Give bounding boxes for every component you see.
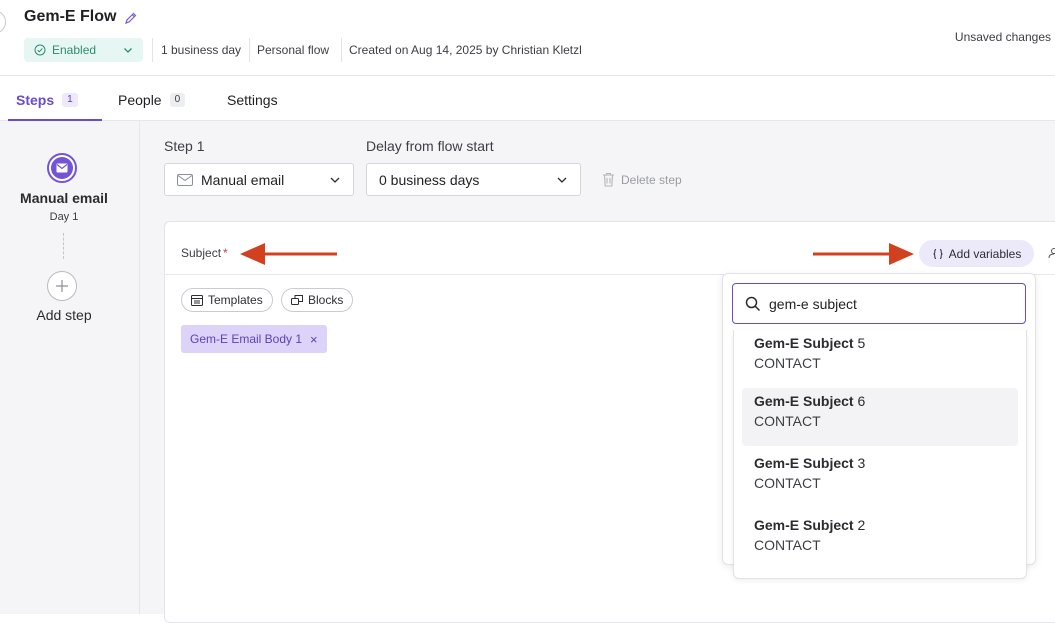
variable-type: CONTACT [754,413,1006,429]
flow-duration: 1 business day [161,43,241,57]
variables-results-list: Gem-E Subject 5 CONTACT Gem-E Subject 6 … [733,330,1027,579]
variables-search[interactable] [732,283,1026,324]
tab-count: 0 [170,93,186,107]
envelope-icon [177,174,193,186]
step-type-select[interactable]: Manual email [164,163,354,196]
step-label: Step 1 [164,138,204,154]
variable-option[interactable]: Gem-E Subject 2 CONTACT [742,512,1018,570]
plus-icon [55,279,69,293]
flow-type: Personal flow [257,43,329,57]
divider [152,38,153,62]
flow-created: Created on Aug 14, 2025 by Christian Kle… [349,43,582,57]
braces-icon [932,248,944,260]
unsaved-changes-indicator: Unsaved changes [955,30,1051,44]
variable-name: Gem-E Subject 5 [754,335,1006,351]
status-label: Enabled [52,43,96,57]
required-marker: * [223,246,228,260]
variable-type: CONTACT [754,355,1006,371]
add-step-label[interactable]: Add step [0,307,128,323]
chevron-down-icon [329,174,341,186]
annotation-arrow-right-icon [812,240,916,268]
divider [0,75,1055,76]
variable-option[interactable]: Gem-E Subject 6 CONTACT [742,388,1018,446]
blocks-icon [291,295,303,305]
step-node-label: Manual email [0,190,128,206]
step-node-day: Day 1 [0,211,128,223]
variable-option[interactable]: Gem-E Subject 3 CONTACT [742,450,1018,508]
search-icon [745,296,761,312]
flow-title: Gem-E Flow [24,8,116,26]
annotation-arrow-left-icon [238,240,340,268]
select-value: 0 business days [379,172,479,188]
add-step-button[interactable] [47,271,77,301]
step-connector [63,233,64,259]
trash-icon [602,172,615,187]
tab-count: 1 [62,93,78,107]
status-dropdown[interactable]: Enabled [24,38,143,62]
back-button[interactable] [0,10,6,34]
delay-label: Delay from flow start [366,138,494,154]
tab-label: People [118,92,162,108]
delete-step-button[interactable]: Delete step [602,172,682,187]
variable-name: Gem-E Subject 6 [754,393,1006,409]
subject-field[interactable]: Subject* [181,246,228,260]
search-input[interactable] [769,296,1009,312]
step-node-manual-email[interactable] [47,153,77,183]
tab-settings[interactable]: Settings [227,92,278,108]
blocks-button[interactable]: Blocks [281,288,353,312]
tab-label: Settings [227,92,278,108]
variable-type: CONTACT [754,475,1006,491]
variable-name: Gem-E Subject 2 [754,517,1006,533]
add-variables-label: Add variables [949,247,1022,261]
check-circle-icon [34,44,46,56]
remove-chip-button[interactable]: × [310,332,318,347]
divider [341,38,342,62]
delete-step-label: Delete step [621,173,682,187]
chevron-down-icon [123,45,133,55]
chevron-down-icon [556,174,568,186]
pencil-icon[interactable] [124,11,138,25]
variable-type: CONTACT [754,537,1006,553]
select-value: Manual email [201,172,284,188]
delay-select[interactable]: 0 business days [366,163,581,196]
template-icon [191,295,203,306]
tab-steps[interactable]: Steps 1 [16,92,78,108]
variable-option[interactable]: Gem-E Subject 5 CONTACT [742,330,1018,388]
envelope-icon [56,163,68,173]
add-variables-button[interactable]: Add variables [919,240,1034,267]
subject-label: Subject [181,246,221,260]
variable-name: Gem-E Subject 3 [754,455,1006,471]
tab-label: Steps [16,92,54,108]
templates-button[interactable]: Templates [181,288,273,312]
body-template-chip[interactable]: Gem-E Email Body 1 × [181,325,327,353]
tab-people[interactable]: People 0 [118,92,185,108]
user-icon[interactable] [1048,247,1055,259]
divider [249,38,250,62]
templates-label: Templates [208,293,263,307]
body-chip-label: Gem-E Email Body 1 [190,332,302,346]
blocks-label: Blocks [308,293,343,307]
